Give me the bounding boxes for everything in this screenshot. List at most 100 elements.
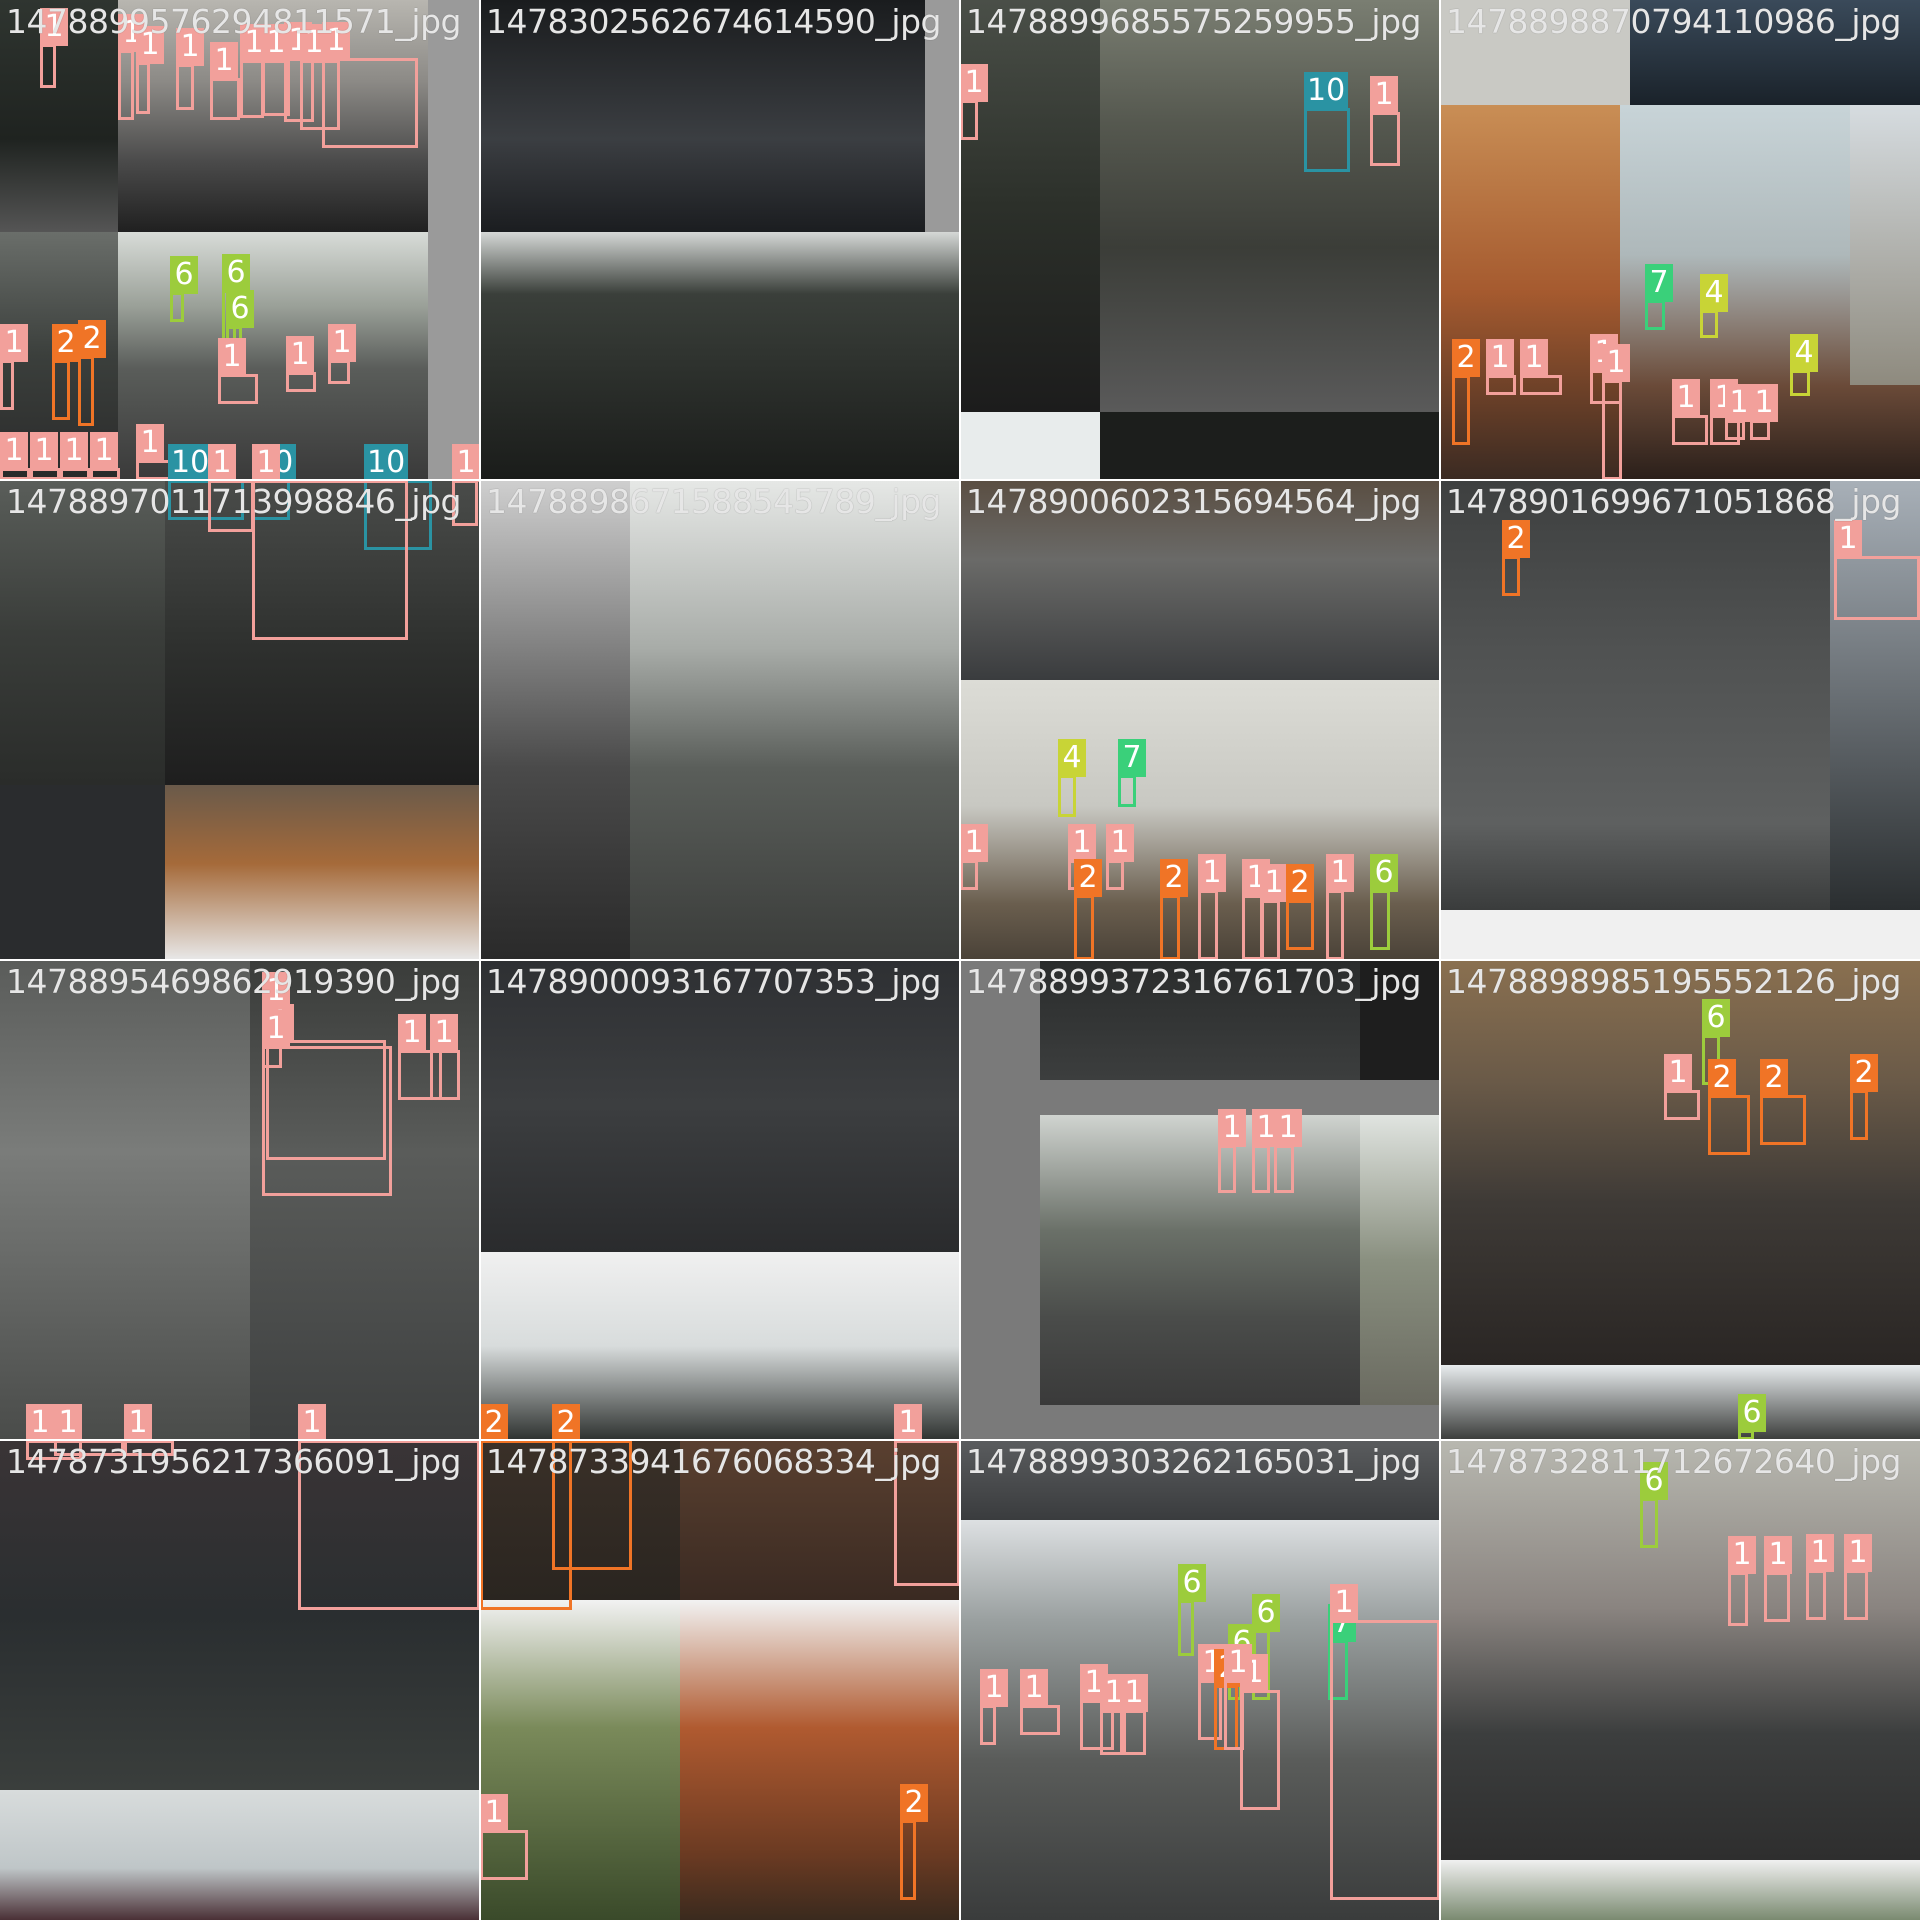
- detection-box: [1330, 1620, 1440, 1900]
- photo-fragment: [1850, 105, 1920, 385]
- mosaic-tile: [480, 0, 960, 480]
- detection-box: [1486, 375, 1516, 395]
- detection-box: [1844, 1570, 1868, 1620]
- class-label: 1: [1520, 339, 1548, 377]
- detection-box: [1520, 375, 1562, 395]
- photo-fragment: [0, 480, 165, 785]
- class-label: 1: [1224, 1644, 1252, 1682]
- photo-fragment: [0, 960, 250, 1440]
- class-label: 1: [1120, 1674, 1148, 1712]
- class-label: 1: [30, 432, 58, 470]
- detection-box: [980, 1705, 996, 1745]
- class-label: 2: [52, 324, 80, 362]
- tile-filename: 1478898985195552126_jpg: [1446, 962, 1901, 1001]
- class-label: 1: [136, 424, 164, 462]
- photo-fragment: [1440, 1440, 1920, 1860]
- class-label: 1: [90, 432, 118, 470]
- class-label: 6: [1370, 854, 1398, 892]
- class-label: 1: [894, 1404, 922, 1442]
- detection-box: [1074, 895, 1094, 960]
- detection-box: [1672, 415, 1708, 445]
- detection-box: [960, 100, 978, 140]
- class-label: 6: [1738, 1394, 1766, 1432]
- detection-box: [1728, 1572, 1748, 1626]
- class-label: 2: [1502, 520, 1530, 558]
- detection-box: [900, 1820, 916, 1900]
- detection-box: [1286, 900, 1314, 950]
- detection-box: [118, 50, 134, 120]
- detection-box: [1645, 300, 1665, 330]
- detection-box: [1370, 890, 1390, 950]
- class-label: 1: [980, 1669, 1008, 1707]
- detection-box: [1326, 890, 1344, 960]
- mosaic-tile: [1440, 960, 1920, 1440]
- photo-fragment: [1360, 1115, 1440, 1405]
- tile-filename: 1478898671588545789_jpg: [486, 482, 941, 521]
- mosaic-tile: [480, 960, 960, 1440]
- class-label: 2: [1160, 859, 1188, 897]
- detection-box: [1118, 775, 1136, 807]
- photo-fragment: [1040, 1115, 1360, 1405]
- photo-fragment: [630, 480, 960, 960]
- photo-fragment: [118, 232, 428, 480]
- detection-box: [1764, 1572, 1790, 1622]
- class-label: 2: [1708, 1059, 1736, 1097]
- class-label: 1: [1728, 1536, 1756, 1574]
- detection-box: [1850, 1090, 1868, 1140]
- detection-box: [176, 64, 194, 110]
- detection-box: [1218, 1145, 1236, 1193]
- class-label: 7: [1118, 739, 1146, 777]
- photo-fragment: [960, 0, 1100, 412]
- class-label: 1: [60, 432, 88, 470]
- class-label: 2: [1850, 1054, 1878, 1092]
- mosaic-tile: [960, 960, 1440, 1440]
- tile-filename: 1478899372316761703_jpg: [966, 962, 1421, 1001]
- detection-box: [136, 62, 150, 114]
- tile-divider: [0, 1439, 1920, 1441]
- class-label: 1: [124, 1404, 152, 1442]
- tile-filename: 1478899576294811571_jpg: [6, 2, 461, 41]
- detection-box: [210, 78, 240, 120]
- class-label: 2: [1286, 864, 1314, 902]
- class-label: 1: [210, 42, 238, 80]
- detection-box: [1602, 380, 1622, 480]
- class-label: 1: [398, 1014, 426, 1052]
- detection-box: [170, 292, 184, 322]
- class-label: 1: [262, 1010, 290, 1048]
- detection-box: [1252, 1145, 1270, 1193]
- detection-box: [286, 372, 316, 392]
- mosaic-tile: [960, 0, 1440, 480]
- photo-fragment: [1440, 1365, 1920, 1440]
- class-label: 1: [1370, 76, 1398, 114]
- tile-divider: [0, 959, 1920, 961]
- detection-box: [1760, 1095, 1806, 1145]
- class-label: 6: [226, 290, 254, 328]
- class-label: 10: [168, 444, 213, 482]
- photo-fragment: [480, 960, 960, 1252]
- detection-box: [262, 1046, 392, 1196]
- class-label: 1: [1725, 384, 1753, 422]
- photo-fragment: [1440, 480, 1830, 910]
- class-label: 2: [1760, 1059, 1788, 1097]
- detection-box: [960, 860, 978, 890]
- class-label: 1: [960, 824, 988, 862]
- photo-fragment: [428, 0, 480, 480]
- class-label: 2: [552, 1404, 580, 1442]
- photo-fragment: [1440, 910, 1920, 960]
- class-label: 6: [222, 254, 250, 292]
- detection-box: [1806, 1570, 1826, 1620]
- class-label: 1: [286, 336, 314, 374]
- class-label: 1: [1274, 1109, 1302, 1147]
- detection-box: [1160, 895, 1180, 960]
- detection-box: [1750, 420, 1770, 440]
- detection-box: [1370, 112, 1400, 166]
- class-label: 1: [1326, 854, 1354, 892]
- class-label: 1: [26, 1404, 54, 1442]
- class-label: 6: [1252, 1594, 1280, 1632]
- mosaic-tile: [480, 480, 960, 960]
- detection-box: [1058, 775, 1076, 817]
- class-label: 1: [1020, 1669, 1048, 1707]
- photo-fragment: [1100, 0, 1440, 412]
- photo-fragment: [680, 1600, 960, 1920]
- class-label: 1: [1198, 854, 1226, 892]
